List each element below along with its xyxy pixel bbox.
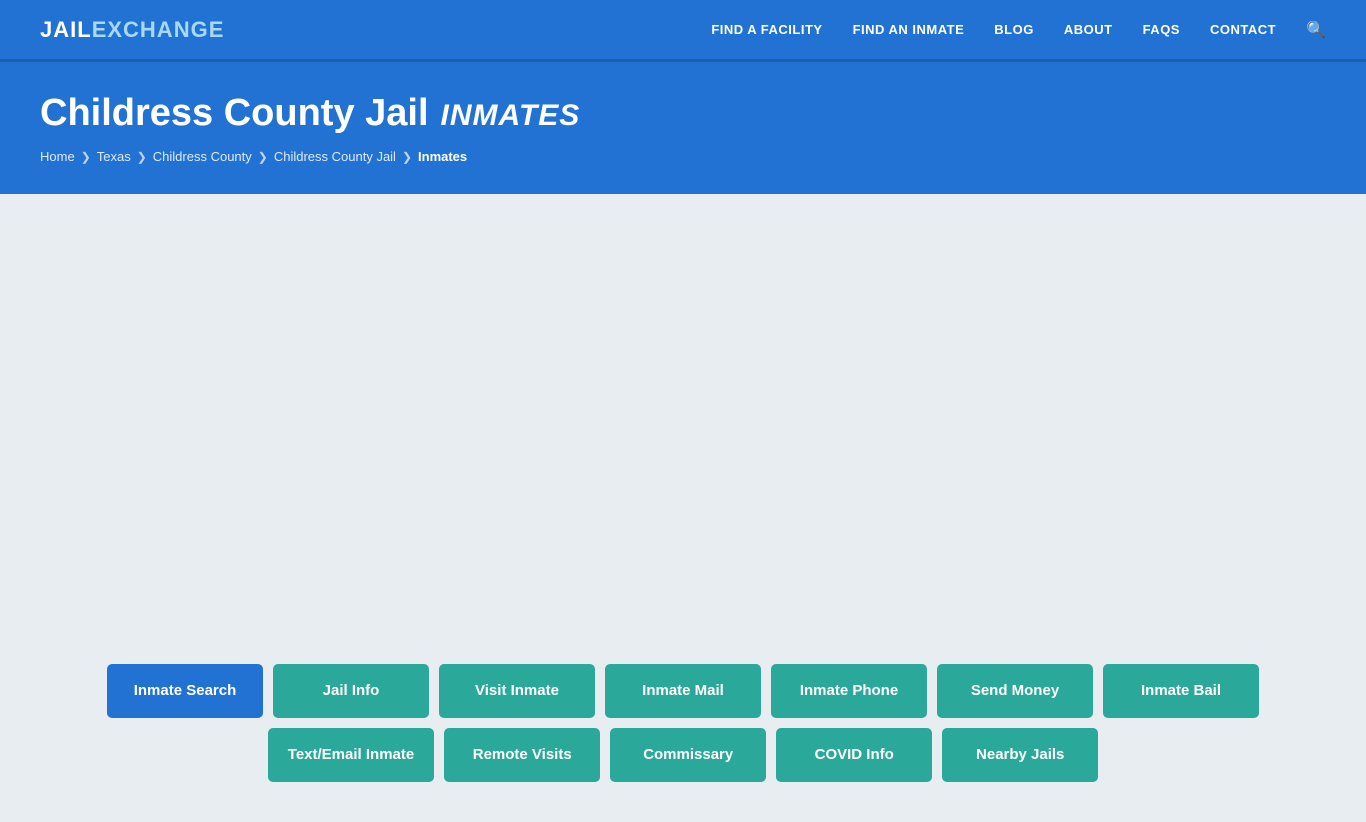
logo-jail-text: JAIL [40,17,92,43]
main-nav: FIND A FACILITY FIND AN INMATE BLOG ABOU… [711,20,1326,40]
inmate-bail-button[interactable]: Inmate Bail [1103,664,1259,718]
search-icon[interactable]: 🔍 [1306,20,1326,40]
remote-visits-button[interactable]: Remote Visits [444,728,600,782]
breadcrumb-sep-4: ❯ [402,150,412,164]
covid-info-button[interactable]: COVID Info [776,728,932,782]
commissary-button[interactable]: Commissary [610,728,766,782]
nav-contact[interactable]: CONTACT [1210,22,1276,37]
visit-inmate-button[interactable]: Visit Inmate [439,664,595,718]
breadcrumb: Home ❯ Texas ❯ Childress County ❯ Childr… [40,149,1326,164]
buttons-row-2: Text/Email Inmate Remote Visits Commissa… [268,728,1098,782]
page-title-main: Childress County Jail [40,92,429,135]
breadcrumb-sep-1: ❯ [81,150,91,164]
inmate-mail-button[interactable]: Inmate Mail [605,664,761,718]
nearby-jails-button[interactable]: Nearby Jails [942,728,1098,782]
breadcrumb-sep-2: ❯ [137,150,147,164]
logo-exchange-text: EXCHANGE [92,17,225,43]
buttons-section: Inmate Search Jail Info Visit Inmate Inm… [0,644,1366,822]
main-content [0,194,1366,644]
site-logo[interactable]: JAIL EXCHANGE [40,17,224,43]
page-title: Childress County Jail INMATES [40,92,1326,135]
inmate-phone-button[interactable]: Inmate Phone [771,664,927,718]
text-email-inmate-button[interactable]: Text/Email Inmate [268,728,434,782]
breadcrumb-texas[interactable]: Texas [97,149,131,164]
nav-find-inmate[interactable]: FIND AN INMATE [853,22,965,37]
inmate-search-button[interactable]: Inmate Search [107,664,263,718]
jail-info-button[interactable]: Jail Info [273,664,429,718]
breadcrumb-jail[interactable]: Childress County Jail [274,149,396,164]
nav-faqs[interactable]: FAQs [1143,22,1180,37]
breadcrumb-home[interactable]: Home [40,149,75,164]
nav-blog[interactable]: BLOG [994,22,1034,37]
breadcrumb-sep-3: ❯ [258,150,268,164]
nav-about[interactable]: ABOUT [1064,22,1113,37]
breadcrumb-inmates: Inmates [418,149,467,164]
buttons-row-1: Inmate Search Jail Info Visit Inmate Inm… [107,664,1259,718]
site-header: JAIL EXCHANGE FIND A FACILITY FIND AN IN… [0,0,1366,62]
nav-find-facility[interactable]: FIND A FACILITY [711,22,822,37]
page-title-sub: INMATES [441,99,581,133]
hero-section: Childress County Jail INMATES Home ❯ Tex… [0,62,1366,194]
send-money-button[interactable]: Send Money [937,664,1093,718]
breadcrumb-county[interactable]: Childress County [153,149,252,164]
